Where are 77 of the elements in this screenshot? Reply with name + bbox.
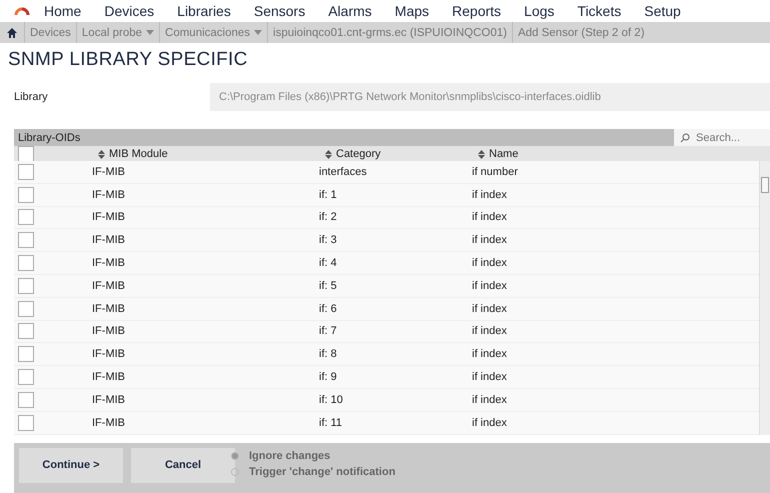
row-checkbox[interactable] <box>18 232 34 248</box>
row-checkbox[interactable] <box>18 209 34 226</box>
menu-item[interactable]: Devices <box>104 3 154 19</box>
table-cell-text: IF-MIB <box>91 166 126 178</box>
row-checkbox[interactable] <box>18 414 34 431</box>
table-cell-text: if: 5 <box>318 280 338 292</box>
table-cell-text: if index <box>471 416 508 429</box>
menu-item[interactable]: Setup <box>644 3 681 19</box>
table-cell-text: if: 4 <box>318 257 338 270</box>
row-checkbox[interactable] <box>18 186 34 203</box>
menu-item[interactable]: Reports <box>452 3 502 19</box>
table-cell-text: if index <box>471 394 508 406</box>
menu-item[interactable]: Home <box>44 3 82 19</box>
cancel-button[interactable]: Cancel <box>131 448 235 483</box>
table-cell-text: if: 2 <box>318 211 338 224</box>
menu-item[interactable]: Tickets <box>577 3 622 19</box>
field-label: Library <box>13 91 49 103</box>
radio-button[interactable] <box>231 468 239 476</box>
table-cell-text: if index <box>471 211 508 224</box>
menu-item[interactable]: Libraries <box>177 3 231 19</box>
table-cell-text: if number <box>471 166 519 178</box>
table-cell-text: IF-MIB <box>91 280 126 292</box>
table-cell-text: if index <box>471 234 508 246</box>
menu-item[interactable]: Maps <box>394 3 430 19</box>
table-cell-text: if: 7 <box>318 325 338 338</box>
table-cell-text: if: 1 <box>318 188 338 201</box>
table-cell-text: IF-MIB <box>91 416 126 429</box>
table-cell-text: if: 3 <box>318 234 338 246</box>
row-checkbox[interactable] <box>18 300 34 317</box>
search-field[interactable]: Search... <box>674 129 770 146</box>
table-cell-text: IF-MIB <box>91 188 126 201</box>
option-label: Ignore changes <box>249 450 330 462</box>
table-cell-text: if index <box>471 371 508 384</box>
column-header[interactable]: MIB Module <box>88 148 315 160</box>
row-checkbox[interactable] <box>18 346 34 362</box>
home-icon[interactable] <box>6 26 18 38</box>
table-cell-text: interfaces <box>318 166 368 178</box>
sort-icon <box>325 150 332 158</box>
table-cell-text: if index <box>471 325 508 338</box>
table-cell-text: if index <box>471 280 508 292</box>
table-cell-text: IF-MIB <box>91 211 126 224</box>
option-label: Trigger 'change' notification <box>249 466 396 478</box>
table-cell-text: if index <box>471 188 508 201</box>
table-cell-text: IF-MIB <box>91 257 126 270</box>
select-all-checkbox[interactable] <box>18 146 34 162</box>
row-checkbox[interactable] <box>18 164 34 180</box>
row-checkbox[interactable] <box>18 392 34 408</box>
row-checkbox[interactable] <box>18 255 34 272</box>
column-header[interactable]: Category <box>315 148 468 160</box>
table-cell-text: IF-MIB <box>91 394 126 406</box>
table-cell-text: if: 8 <box>318 348 338 360</box>
table-title: Library-OIDs <box>17 132 80 144</box>
scrollbar[interactable] <box>759 161 770 435</box>
row-checkbox[interactable] <box>18 323 34 340</box>
table-cell-text: if index <box>471 348 508 360</box>
table-cell-text: if: 11 <box>318 416 344 429</box>
row-checkbox[interactable] <box>18 278 34 294</box>
table-cell-text: if index <box>471 257 508 270</box>
table-cell-text: IF-MIB <box>91 325 126 338</box>
menu-item[interactable]: Logs <box>524 3 554 19</box>
continue-button[interactable]: Continue > <box>19 448 123 483</box>
table-cell-text: IF-MIB <box>91 234 126 246</box>
column-header[interactable]: Name <box>468 148 770 160</box>
menu-item[interactable]: Sensors <box>254 3 306 19</box>
table-cell-text: if index <box>471 302 508 315</box>
sort-icon <box>98 150 105 158</box>
sort-icon <box>478 150 485 158</box>
table-cell-text: IF-MIB <box>91 371 126 384</box>
table-cell-text: if: 9 <box>318 371 338 384</box>
table-cell-text: IF-MIB <box>91 302 126 315</box>
menu-item[interactable]: Alarms <box>328 3 372 19</box>
table-cell-text: IF-MIB <box>91 348 126 360</box>
table-cell-text: if: 6 <box>318 302 338 315</box>
page-title: SNMP LIBRARY SPECIFIC <box>8 49 249 71</box>
row-checkbox[interactable] <box>18 369 34 386</box>
logo-icon <box>14 5 30 17</box>
table-cell-text: if: 10 <box>318 394 344 406</box>
